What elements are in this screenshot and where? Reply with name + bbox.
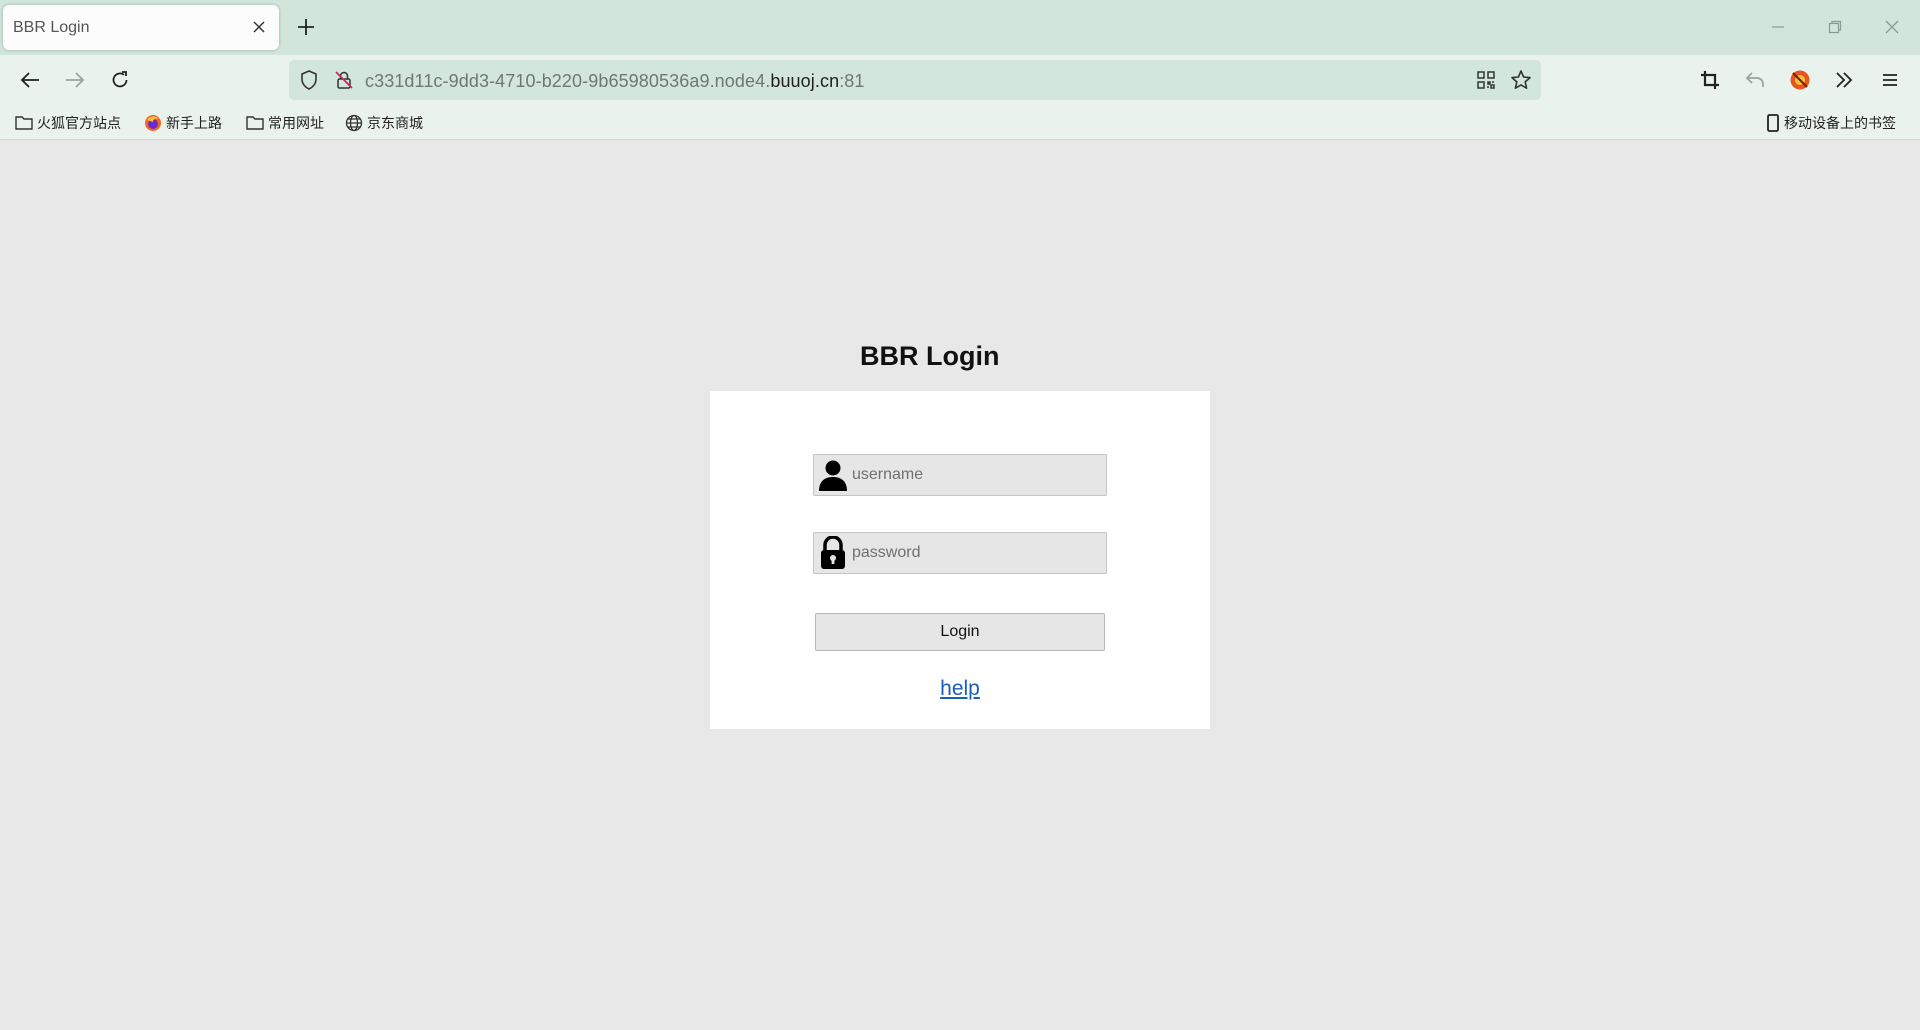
bookmark-item-3[interactable]: 京东商城	[345, 112, 423, 134]
password-input[interactable]	[852, 533, 1102, 573]
help-link[interactable]: help	[940, 677, 980, 700]
extension-icon[interactable]	[1785, 65, 1815, 95]
url-domain: buuoj.cn	[770, 71, 840, 91]
bookmark-label: 京东商城	[367, 115, 423, 131]
more-tools-chevron-icon[interactable]	[1829, 65, 1859, 95]
insecure-lock-icon[interactable]	[331, 68, 357, 92]
tab-title: BBR Login	[13, 18, 90, 36]
bookmark-label: 常用网址	[268, 115, 324, 131]
bookmark-label: 火狐官方站点	[37, 115, 121, 131]
bookmark-label: 新手上路	[166, 115, 222, 131]
mobile-bookmarks[interactable]: 移动设备上的书签	[1766, 112, 1896, 134]
back-icon[interactable]	[15, 65, 45, 95]
bookmarks-toolbar: 火狐官方站点 新手上路 常用网址 京东商城 移动设备上的书签	[0, 105, 1920, 140]
reload-icon[interactable]	[105, 65, 135, 95]
folder-icon	[15, 116, 33, 130]
folder-icon	[246, 116, 264, 130]
url-bar[interactable]: c331d11c-9dd3-4710-b220-9b65980536a9.nod…	[289, 60, 1541, 100]
undo-icon[interactable]	[1740, 65, 1770, 95]
bookmark-item-1[interactable]: 新手上路	[144, 112, 222, 134]
new-tab-icon[interactable]	[293, 14, 319, 40]
page-title: BBR Login	[860, 341, 1000, 371]
bookmark-item-2[interactable]: 常用网址	[246, 112, 324, 134]
bookmark-star-icon[interactable]	[1508, 68, 1534, 92]
forward-icon[interactable]	[60, 65, 90, 95]
menu-hamburger-icon[interactable]	[1875, 65, 1905, 95]
login-card: Login help	[710, 391, 1210, 729]
tab-bbr-login[interactable]: BBR Login	[3, 5, 279, 50]
close-window-icon[interactable]	[1878, 14, 1906, 40]
mobile-bookmarks-label: 移动设备上的书签	[1784, 115, 1896, 131]
firefox-icon	[145, 115, 161, 131]
restore-icon[interactable]	[1821, 14, 1849, 40]
help-link-wrapper: help	[710, 677, 1210, 701]
qr-code-icon[interactable]	[1473, 68, 1499, 92]
page-content: BBR Login Login help	[0, 141, 1920, 1030]
url-text: c331d11c-9dd3-4710-b220-9b65980536a9.nod…	[365, 71, 865, 92]
url-prefix: c331d11c-9dd3-4710-b220-9b65980536a9.nod…	[365, 71, 771, 91]
minimize-icon[interactable]	[1764, 14, 1792, 40]
login-button[interactable]: Login	[815, 613, 1105, 651]
navigation-toolbar: c331d11c-9dd3-4710-b220-9b65980536a9.nod…	[0, 55, 1920, 105]
shield-icon[interactable]	[296, 68, 322, 92]
mobile-device-icon	[1767, 114, 1779, 132]
username-field	[813, 454, 1107, 496]
close-tab-icon[interactable]	[249, 17, 269, 37]
url-port: :81	[839, 71, 865, 91]
tab-strip: BBR Login	[0, 0, 1920, 55]
padlock-icon	[816, 535, 850, 571]
screenshot-crop-icon[interactable]	[1695, 65, 1725, 95]
user-icon	[816, 457, 850, 493]
password-field	[813, 532, 1107, 574]
bookmark-item-0[interactable]: 火狐官方站点	[15, 112, 121, 134]
username-input[interactable]	[852, 455, 1102, 495]
globe-icon	[345, 114, 363, 132]
